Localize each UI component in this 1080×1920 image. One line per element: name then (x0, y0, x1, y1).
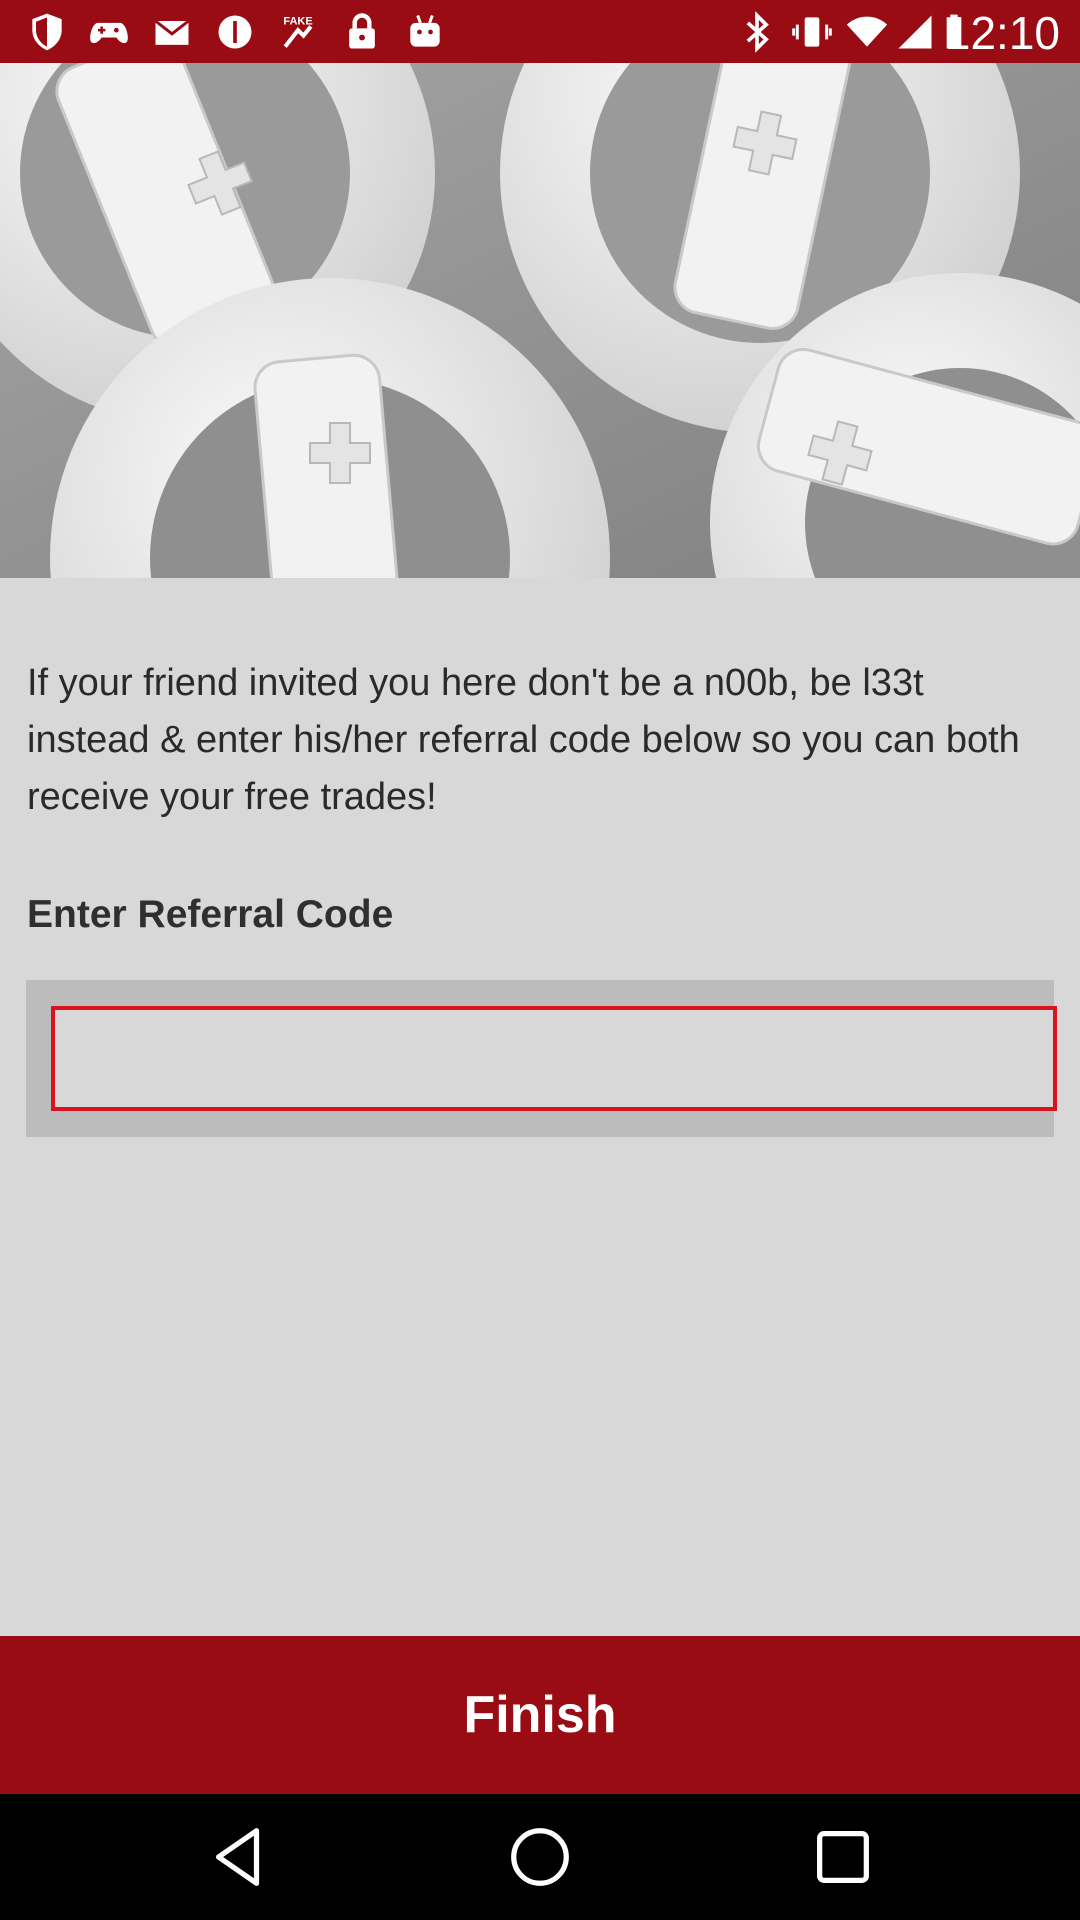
referral-input-container (26, 980, 1057, 1137)
android-icon (403, 10, 447, 54)
block-icon (213, 10, 257, 54)
signal-icon (893, 10, 937, 54)
status-bar: FAKE 12:10 (0, 0, 1080, 63)
recents-icon[interactable] (808, 1822, 878, 1892)
vibrate-icon (790, 10, 834, 54)
wifi-icon (845, 10, 889, 54)
mail-icon (150, 10, 194, 54)
lock-icon (340, 10, 384, 54)
hero-image (0, 63, 1080, 578)
svg-text:FAKE: FAKE (283, 16, 312, 28)
status-time: 12:10 (944, 7, 1060, 59)
home-icon[interactable] (505, 1822, 575, 1892)
wheel-controllers-photo (0, 63, 1080, 578)
bluetooth-icon (735, 10, 779, 54)
intro-text: If your friend invited you here don't be… (27, 662, 1020, 818)
fake-gps-icon: FAKE (276, 10, 320, 54)
referral-code-input[interactable] (51, 1006, 1057, 1111)
finish-button[interactable]: Finish (0, 1636, 1080, 1794)
shield-icon (25, 10, 69, 54)
referral-label: Enter Referral Code (27, 893, 394, 936)
back-icon[interactable] (204, 1822, 274, 1892)
gamepad-icon (87, 10, 131, 54)
navigation-bar (0, 1794, 1080, 1920)
